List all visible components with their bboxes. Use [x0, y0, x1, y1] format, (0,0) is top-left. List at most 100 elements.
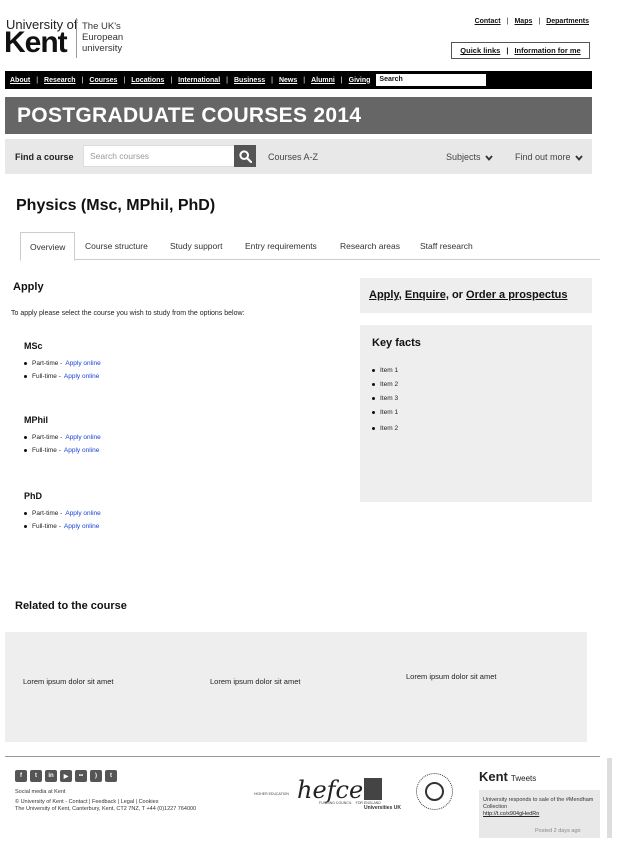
logo-kent[interactable]: Kent — [4, 26, 68, 60]
degree-mphil-heading: MPhil — [24, 415, 48, 425]
related-item[interactable]: Lorem ipsum dolor sit amet — [23, 677, 113, 686]
key-fact-item: Item 3 — [372, 395, 398, 402]
apply-heading: Apply — [13, 281, 44, 293]
tweet-body: University responds to sale of the #Mend… — [483, 797, 594, 810]
hefce-funding-text: FUNDING COUNCIL — [319, 801, 352, 805]
key-facts-title: Key facts — [372, 337, 421, 349]
youtube-icon[interactable]: ▶ — [60, 770, 72, 782]
find-out-more-dropdown[interactable]: Find out more — [515, 152, 583, 162]
search-courses-input[interactable]: Search courses — [83, 145, 235, 167]
main-nav: About | Research | Courses | Locations | Int… — [5, 71, 592, 89]
key-fact-text: Item 1 — [380, 367, 399, 374]
tab-overview[interactable]: Overview — [20, 232, 76, 261]
tab-course-structure[interactable]: Course structure — [76, 232, 157, 261]
bullet — [24, 449, 27, 452]
bullet — [24, 525, 27, 528]
apply-online-link[interactable]: Apply online — [64, 523, 99, 530]
subjects-label: Subjects — [446, 152, 481, 162]
cta-text: Apply, Enquire, or Order a prospectus — [369, 289, 568, 301]
courses-az-link[interactable]: Courses A-Z — [268, 152, 318, 162]
separator: | — [303, 76, 306, 84]
tweets-label: Tweets — [510, 774, 537, 783]
nav-giving[interactable]: Giving — [349, 77, 371, 84]
dash: - — [58, 434, 63, 441]
study-mode: Full-time — [32, 523, 57, 530]
nav-business[interactable]: Business — [234, 77, 265, 84]
nav-search-input[interactable]: Search — [376, 74, 487, 86]
nav-alumni[interactable]: Alumni — [311, 77, 335, 84]
eu-logo-inner — [425, 782, 444, 801]
tab-staff-research[interactable]: Staff research — [411, 232, 482, 261]
list-item: Part-time - Apply online — [24, 360, 101, 367]
page-title: Physics (Msc, MPhil, PhD) — [16, 197, 216, 214]
maps-link[interactable]: Maps — [514, 18, 532, 25]
subjects-dropdown[interactable]: Subjects — [446, 152, 493, 162]
apply-intro: To apply please select the course you wi… — [11, 310, 245, 317]
apply-link[interactable]: Apply — [369, 289, 399, 301]
key-fact-text: Item 1 — [380, 409, 399, 416]
information-for-me-link[interactable]: Information for me — [514, 46, 580, 55]
key-fact-item: Item 1 — [372, 409, 398, 416]
linkedin-icon[interactable]: in — [45, 770, 57, 782]
related-item[interactable]: Lorem ipsum dolor sit amet — [406, 672, 496, 681]
logo-tagline: The UK's European university — [82, 21, 123, 54]
separator: | — [506, 46, 509, 55]
tweet-text: University responds to sale of the #Mend… — [483, 797, 598, 818]
dash: - — [58, 510, 63, 517]
apply-online-link[interactable]: Apply online — [65, 360, 100, 367]
nav-locations[interactable]: Locations — [131, 77, 164, 84]
list-item: Part-time - Apply online — [24, 434, 101, 441]
nav-about[interactable]: About — [10, 77, 30, 84]
tagline-line: European — [82, 32, 124, 43]
nav-courses[interactable]: Courses — [89, 77, 117, 84]
departments-link[interactable]: Departments — [546, 18, 589, 25]
list-item: Full-time - Apply online — [24, 373, 99, 380]
bullet — [24, 362, 27, 365]
facebook-icon[interactable]: f — [15, 770, 27, 782]
tab-research-areas[interactable]: Research areas — [331, 232, 409, 261]
apply-online-link[interactable]: Apply online — [65, 434, 100, 441]
apply-online-link[interactable]: Apply online — [64, 447, 99, 454]
quick-links-link[interactable]: Quick links — [460, 46, 500, 55]
separator: | — [271, 76, 273, 84]
hefce-logo[interactable]: hefce — [297, 776, 363, 804]
flickr-icon[interactable]: •• — [75, 770, 87, 782]
apply-online-link[interactable]: Apply online — [64, 373, 99, 380]
nav-international[interactable]: International — [178, 77, 220, 84]
search-button[interactable] — [234, 145, 256, 167]
rss-icon[interactable]: ) — [90, 770, 102, 782]
enquire-link[interactable]: Enquire, — [405, 289, 449, 301]
bullet — [372, 411, 375, 414]
universities-uk-logo[interactable] — [364, 778, 382, 800]
tab-study-support[interactable]: Study support — [161, 232, 231, 261]
related-panel — [5, 632, 587, 742]
separator: | — [538, 18, 541, 25]
tweets-scrollbar[interactable] — [607, 758, 612, 838]
nav-news[interactable]: News — [279, 77, 297, 84]
nav-research[interactable]: Research — [44, 77, 76, 84]
bullet — [24, 512, 27, 515]
degree-phd-heading: PhD — [24, 491, 42, 501]
related-item[interactable]: Lorem ipsum dolor sit amet — [210, 677, 300, 686]
separator: | — [226, 76, 228, 84]
order-prospectus-link[interactable]: Order a prospectus — [466, 289, 567, 301]
dash: - — [56, 523, 61, 530]
tumblr-icon[interactable]: t — [105, 770, 117, 782]
apply-online-link[interactable]: Apply online — [65, 510, 100, 517]
hefce-left-text: HIGHER EDUCATION — [254, 792, 289, 796]
contact-link[interactable]: Contact — [475, 18, 501, 25]
dash: - — [56, 447, 61, 454]
tab-entry-requirements[interactable]: Entry requirements — [236, 232, 326, 261]
separator: | — [506, 18, 509, 25]
list-item: Full-time - Apply online — [24, 447, 99, 454]
tweet-link[interactable]: http://t.co/x904gHedRn — [483, 811, 598, 818]
twitter-icon[interactable]: t — [30, 770, 42, 782]
study-mode: Full-time — [32, 373, 57, 380]
social-media-label: Social media at Kent — [15, 789, 66, 795]
top-links: Contact | Maps | Departments — [475, 18, 589, 25]
chevron-down-icon — [485, 155, 493, 161]
bullet — [372, 397, 375, 400]
find-course-label: Find a course — [15, 152, 74, 162]
dash: - — [58, 360, 63, 367]
key-fact-text: Item 2 — [380, 381, 399, 388]
